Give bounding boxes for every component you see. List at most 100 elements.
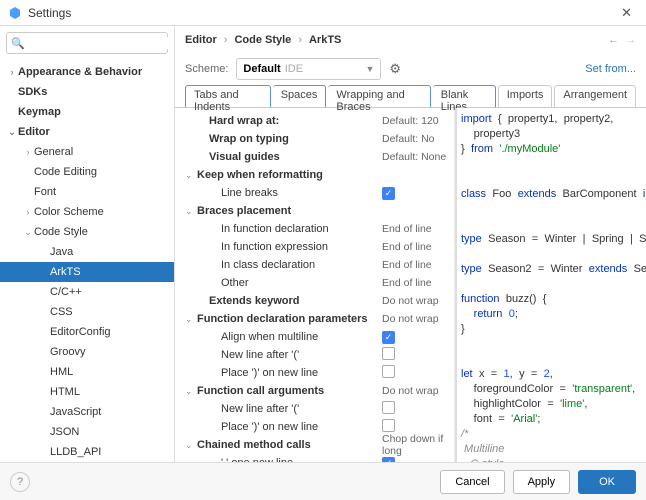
setting-row[interactable]: Line breaks✓: [185, 184, 454, 202]
sidebar-item[interactable]: Code Editing: [0, 162, 174, 182]
setting-label: Place ')' on new line: [197, 421, 382, 433]
tab[interactable]: Arrangement: [554, 85, 636, 107]
close-icon[interactable]: ✕: [615, 3, 638, 23]
setting-row[interactable]: Hard wrap at:Default: 120: [185, 112, 454, 130]
setting-row[interactable]: ⌄Chained method callsChop down if long: [185, 436, 454, 454]
setting-row[interactable]: In function declarationEnd of line: [185, 220, 454, 238]
checkbox[interactable]: [382, 365, 395, 378]
nav-back-icon[interactable]: ←: [608, 34, 619, 46]
setting-value[interactable]: Do not wrap: [382, 295, 454, 307]
sidebar-item[interactable]: CSS: [0, 302, 174, 322]
setting-label: Keep when reformatting: [197, 169, 382, 181]
tab[interactable]: Blank Lines: [433, 85, 496, 107]
chevron-icon: ⌄: [6, 127, 18, 138]
sidebar: 🔍 ›Appearance & BehaviorSDKsKeymap⌄Edito…: [0, 26, 175, 462]
sidebar-item[interactable]: SDKs: [0, 82, 174, 102]
columns: Hard wrap at:Default: 120Wrap on typingD…: [175, 108, 646, 462]
sidebar-item-label: CSS: [50, 306, 73, 318]
setting-label: Braces placement: [197, 205, 382, 217]
sidebar-item[interactable]: LLDB_API: [0, 442, 174, 462]
sidebar-item[interactable]: EditorConfig: [0, 322, 174, 342]
setting-row[interactable]: In class declarationEnd of line: [185, 256, 454, 274]
tab[interactable]: Spaces: [273, 85, 327, 107]
scheme-select[interactable]: Default IDE ▼: [236, 58, 381, 80]
setting-value[interactable]: End of line: [382, 259, 454, 271]
checkbox[interactable]: ✓: [382, 331, 395, 344]
help-icon[interactable]: ?: [10, 472, 30, 492]
setting-row[interactable]: Visual guidesDefault: None: [185, 148, 454, 166]
sidebar-item[interactable]: HTML: [0, 382, 174, 402]
setting-value[interactable]: End of line: [382, 277, 454, 289]
setting-row[interactable]: Wrap on typingDefault: No: [185, 130, 454, 148]
checkbox[interactable]: ✓: [382, 187, 395, 200]
setting-value[interactable]: Chop down if long: [382, 433, 454, 457]
chevron-right-icon: ›: [224, 34, 228, 46]
gear-icon[interactable]: ⚙: [389, 61, 401, 77]
setting-row[interactable]: Align when multiline✓: [185, 328, 454, 346]
setting-row[interactable]: ⌄Function declaration parametersDo not w…: [185, 310, 454, 328]
sidebar-item[interactable]: Java: [0, 242, 174, 262]
cancel-button[interactable]: Cancel: [440, 470, 504, 494]
tab[interactable]: Tabs and Indents: [185, 85, 271, 107]
setting-value[interactable]: Default: No: [382, 133, 454, 145]
checkbox[interactable]: [382, 401, 395, 414]
sidebar-item-label: ArkTS: [50, 266, 81, 278]
setting-label: In class declaration: [197, 259, 382, 271]
setting-row[interactable]: ⌄Braces placement: [185, 202, 454, 220]
search-input[interactable]: [28, 37, 170, 49]
checkbox[interactable]: [382, 419, 395, 432]
tab[interactable]: Wrapping and Braces: [328, 85, 430, 107]
sidebar-item[interactable]: C/C++: [0, 282, 174, 302]
sidebar-item-label: Java: [50, 246, 73, 258]
tab[interactable]: Imports: [498, 85, 553, 107]
setting-row[interactable]: ⌄Keep when reformatting: [185, 166, 454, 184]
sidebar-item[interactable]: Font: [0, 182, 174, 202]
setting-value[interactable]: Do not wrap: [382, 313, 454, 325]
code-preview: import { property1, property2, property3…: [455, 108, 646, 462]
apply-button[interactable]: Apply: [513, 470, 571, 494]
ok-button[interactable]: OK: [578, 470, 636, 494]
setting-value[interactable]: Do not wrap: [382, 385, 454, 397]
setting-row[interactable]: In function expressionEnd of line: [185, 238, 454, 256]
setting-row[interactable]: OtherEnd of line: [185, 274, 454, 292]
setting-label: Line breaks: [197, 187, 382, 199]
setting-row[interactable]: Extends keywordDo not wrap: [185, 292, 454, 310]
sidebar-item-label: SDKs: [18, 86, 47, 98]
sidebar-item[interactable]: ›Appearance & Behavior: [0, 62, 174, 82]
checkbox[interactable]: [382, 347, 395, 360]
sidebar-item[interactable]: ⌄Code Style: [0, 222, 174, 242]
setting-label: Hard wrap at:: [197, 115, 382, 127]
setting-row[interactable]: New line after '(': [185, 346, 454, 364]
sidebar-item[interactable]: ›General: [0, 142, 174, 162]
sidebar-item[interactable]: ›Color Scheme: [0, 202, 174, 222]
setting-label: In function declaration: [197, 223, 382, 235]
nav-forward-icon[interactable]: →: [625, 34, 636, 46]
search-icon: 🔍: [11, 37, 25, 50]
sidebar-item-label: HML: [50, 366, 73, 378]
search-box[interactable]: 🔍: [6, 32, 168, 54]
setting-value[interactable]: Default: 120: [382, 115, 454, 127]
setting-row[interactable]: ⌄Function call argumentsDo not wrap: [185, 382, 454, 400]
sidebar-item-label: Groovy: [50, 346, 85, 358]
sidebar-item[interactable]: HML: [0, 362, 174, 382]
sidebar-item-label: JavaScript: [50, 406, 101, 418]
sidebar-item[interactable]: JSON: [0, 422, 174, 442]
setting-value[interactable]: Default: None: [382, 151, 454, 163]
setting-row[interactable]: New line after '(': [185, 400, 454, 418]
sidebar-item[interactable]: ⌄Editor: [0, 122, 174, 142]
sidebar-item[interactable]: ArkTS: [0, 262, 174, 282]
set-from-link[interactable]: Set from...: [585, 63, 636, 75]
chevron-icon: ›: [22, 147, 34, 157]
setting-row[interactable]: Place ')' on new line: [185, 364, 454, 382]
breadcrumb-editor[interactable]: Editor: [185, 34, 217, 46]
chevron-icon: ⌄: [185, 440, 197, 451]
breadcrumb: Editor › Code Style › ArkTS ← →: [175, 26, 646, 54]
setting-value[interactable]: End of line: [382, 241, 454, 253]
sidebar-item[interactable]: JavaScript: [0, 402, 174, 422]
sidebar-item-label: Font: [34, 186, 56, 198]
sidebar-item[interactable]: Groovy: [0, 342, 174, 362]
sidebar-item[interactable]: Keymap: [0, 102, 174, 122]
breadcrumb-codestyle[interactable]: Code Style: [234, 34, 291, 46]
setting-value[interactable]: End of line: [382, 223, 454, 235]
sidebar-item-label: Code Editing: [34, 166, 97, 178]
